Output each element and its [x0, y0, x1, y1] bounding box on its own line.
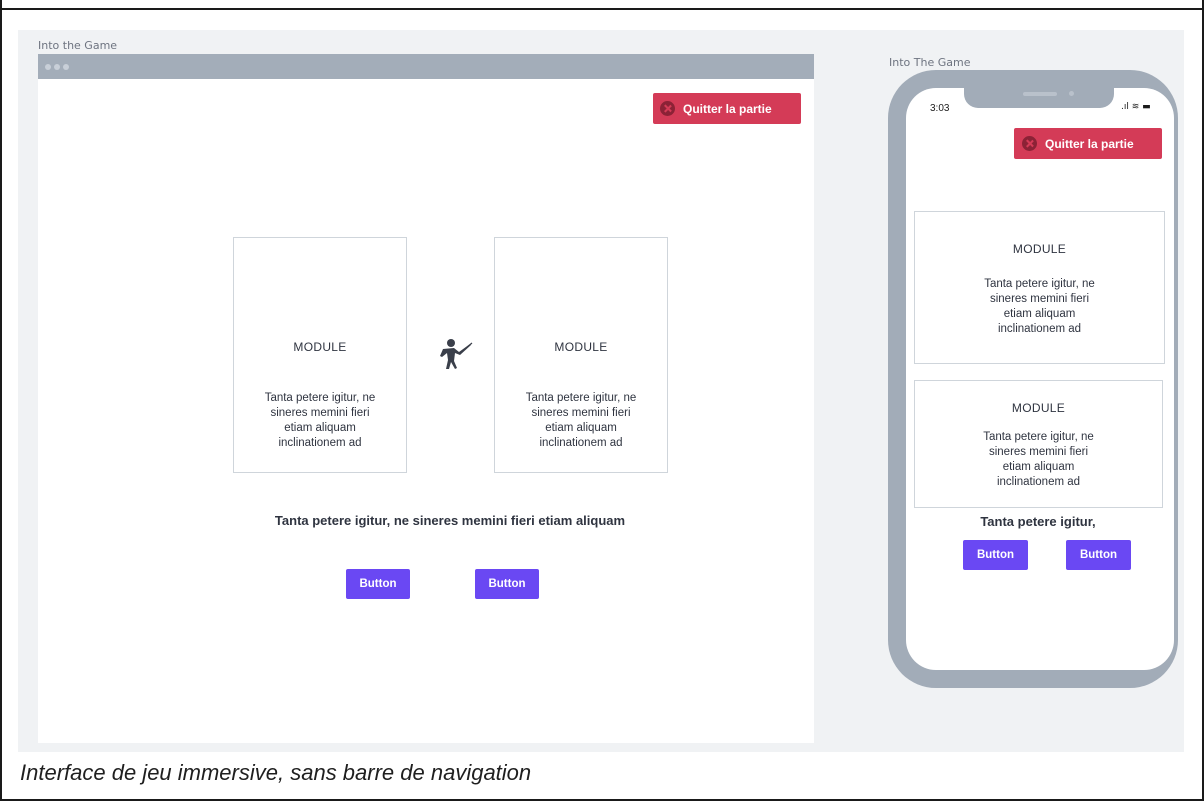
quit-game-button[interactable]: Quitter la partie: [653, 93, 801, 124]
module-card-title: MODULE: [1011, 401, 1066, 415]
module-card-mobile: MODULE Tanta petere igitur, ne sineres m…: [914, 380, 1163, 508]
desktop-headline: Tanta petere igitur, ne sineres memini f…: [274, 513, 626, 528]
module-card-title: MODULE: [1012, 242, 1067, 256]
desktop-window-title: Into the Game: [38, 39, 118, 52]
mobile-headline: Tanta petere igitur,: [980, 514, 1096, 529]
browser-title-bar: [38, 54, 814, 79]
fencer-icon: [434, 338, 474, 378]
module-card: MODULE Tanta petere igitur, ne sineres m…: [233, 237, 407, 473]
desktop-viewport: [38, 79, 814, 743]
quit-button-label: Quitter la partie: [683, 101, 772, 116]
window-dot-icon: [63, 64, 69, 70]
status-time: 3:03: [930, 103, 950, 114]
window-dot-icon: [54, 64, 60, 70]
module-card-text: Tanta petere igitur, ne sineres memini f…: [525, 392, 637, 449]
window-dot-icon: [45, 64, 51, 70]
speaker-icon: [1023, 92, 1057, 96]
module-card-mobile: MODULE Tanta petere igitur, ne sineres m…: [914, 211, 1165, 364]
action-button-1[interactable]: Button: [346, 569, 410, 599]
module-card-title: MODULE: [554, 340, 608, 354]
close-circle-icon: [660, 101, 675, 116]
action-button-2[interactable]: Button: [475, 569, 539, 599]
module-card-text: Tanta petere igitur, ne sineres memini f…: [264, 392, 376, 449]
quit-button-label: Quitter la partie: [1045, 136, 1134, 151]
close-circle-icon: [1022, 136, 1037, 151]
module-card-text: Tanta petere igitur, ne sineres memini f…: [984, 278, 1095, 335]
module-card-text: Tanta petere igitur, ne sineres memini f…: [983, 431, 1094, 488]
module-card: MODULE Tanta petere igitur, ne sineres m…: [494, 237, 668, 473]
module-card-title: MODULE: [293, 340, 347, 354]
quit-game-button-mobile[interactable]: Quitter la partie: [1014, 128, 1162, 159]
mobile-action-button-2[interactable]: Button: [1066, 540, 1131, 570]
mobile-window-title: Into The Game: [889, 56, 971, 69]
camera-icon: [1069, 91, 1074, 96]
figure-caption: Interface de jeu immersive, sans barre d…: [20, 760, 532, 785]
mobile-action-button-1[interactable]: Button: [963, 540, 1028, 570]
phone-notch: [964, 88, 1114, 108]
status-signal-wifi-battery-icon: .ıl ≋ ▬: [1121, 102, 1151, 112]
phone-screen: [906, 88, 1174, 670]
